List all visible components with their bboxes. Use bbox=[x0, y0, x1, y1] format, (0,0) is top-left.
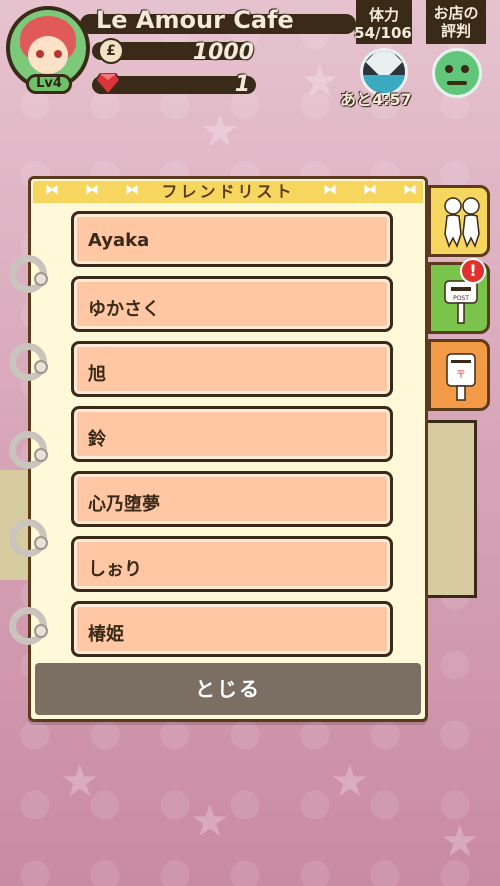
background-star: ★ bbox=[440, 816, 480, 867]
friend-row[interactable]: Ayaka bbox=[71, 211, 393, 267]
avatar-eye bbox=[54, 50, 62, 58]
cafe-counter bbox=[420, 420, 477, 598]
binder-ring-icon bbox=[9, 519, 48, 557]
coin-icon: £ bbox=[98, 38, 124, 64]
binder-ring-icon bbox=[9, 607, 48, 645]
stamina-label: 体力 bbox=[368, 6, 399, 24]
friend-row[interactable]: 旭 bbox=[71, 341, 393, 397]
gem-count: 1 bbox=[234, 72, 250, 97]
svg-text:〒: 〒 bbox=[456, 370, 466, 381]
ribbon-icon: ⧓ bbox=[45, 182, 59, 198]
background-star: ★ bbox=[330, 756, 370, 807]
close-button[interactable]: とじる bbox=[35, 663, 421, 715]
svg-text:POST: POST bbox=[453, 295, 469, 302]
friend-row[interactable]: しぉり bbox=[71, 536, 393, 592]
ribbon-icon: ⧓ bbox=[363, 182, 377, 198]
friend-name: 鈴 bbox=[88, 429, 106, 450]
face-eye bbox=[461, 65, 469, 73]
ribbon-icon: ⧓ bbox=[125, 182, 139, 198]
coin-count: 1000 bbox=[192, 40, 254, 65]
binder-ring-icon bbox=[9, 255, 48, 293]
friend-row[interactable]: ゆかさく bbox=[71, 276, 393, 332]
friend-row[interactable]: 心乃堕夢 bbox=[71, 471, 393, 527]
ribbon-icon: ⧓ bbox=[403, 182, 417, 198]
avatar-eye bbox=[36, 50, 44, 58]
tab-friends[interactable] bbox=[428, 185, 490, 257]
friend-name: しぉり bbox=[88, 559, 142, 580]
status-hud: Lv4 Le Amour Cafe £ 1000 1 体力 54/106 あと4… bbox=[0, 0, 500, 112]
ruby-gem-icon bbox=[96, 73, 120, 94]
friend-name: Ayaka bbox=[88, 230, 150, 251]
face-eye bbox=[445, 65, 453, 73]
friend-row[interactable]: 椿姫 bbox=[71, 601, 393, 657]
postbox-icon: 〒 bbox=[446, 353, 476, 401]
friend-list-panel: フレンドリスト ⧓ ⧓ ⧓ ⧓ ⧓ ⧓ Ayaka ゆかさく 旭 鈴 心乃堕夢 … bbox=[9, 176, 428, 722]
friend-name: ゆかさく bbox=[88, 299, 160, 320]
tab-post[interactable]: 〒 bbox=[428, 339, 490, 411]
friend-row[interactable]: 鈴 bbox=[71, 406, 393, 462]
background-star: ★ bbox=[60, 756, 100, 807]
ribbon-icon: ⧓ bbox=[323, 182, 337, 198]
friends-icon bbox=[444, 197, 480, 248]
binder-ring-icon bbox=[9, 343, 48, 381]
avatar-face bbox=[28, 36, 68, 74]
ribbon-icon: ⧓ bbox=[85, 182, 99, 198]
stamina-timer: あと4:57 bbox=[340, 90, 412, 109]
binder-ring-icon bbox=[9, 431, 48, 469]
cafe-name: Le Amour Cafe bbox=[96, 6, 294, 34]
face-mouth bbox=[447, 81, 467, 85]
stamina-value: 54/106 bbox=[354, 24, 412, 42]
friend-name: 旭 bbox=[88, 364, 106, 385]
background-star: ★ bbox=[200, 106, 240, 157]
smile-face-icon[interactable] bbox=[432, 48, 482, 98]
friend-name: 椿姫 bbox=[88, 624, 124, 645]
review-label: お店の評判 bbox=[433, 4, 479, 40]
background-star: ★ bbox=[190, 796, 230, 847]
player-level: Lv4 bbox=[26, 74, 72, 94]
mail-alert-badge: ! bbox=[460, 258, 486, 284]
friend-name: 心乃堕夢 bbox=[88, 494, 160, 515]
